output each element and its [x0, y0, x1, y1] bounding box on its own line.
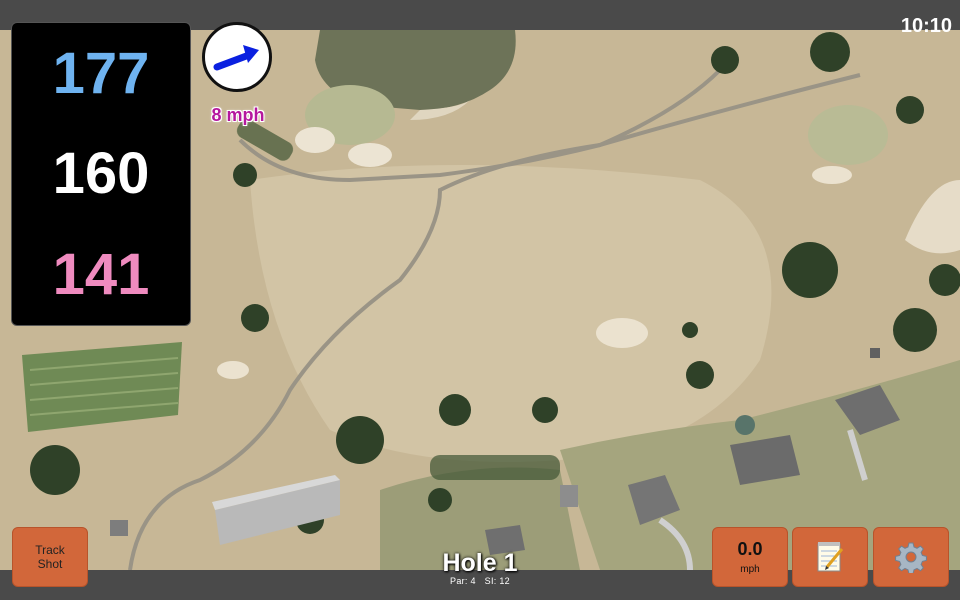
hole-stroke-index: SI: 12 [484, 576, 510, 586]
hole-details: Par: 4 SI: 12 [380, 576, 580, 586]
hole-par: Par: 4 [450, 576, 476, 586]
back-yardage: 177 [52, 40, 150, 106]
notepad-icon [817, 542, 844, 572]
hole-title: Hole 1 [442, 549, 518, 577]
yardage-panel: 177 160 141 [11, 22, 191, 326]
track-shot-label: Track Shot [35, 543, 65, 571]
arrow-right-icon [213, 45, 259, 71]
wind-speed-unit: mph [740, 564, 760, 575]
wind-compass[interactable] [202, 22, 272, 92]
wind-speed-button[interactable]: 0.0 mph [712, 527, 788, 587]
wind-speed-value: 0.0 [737, 539, 763, 559]
front-yardage: 141 [52, 242, 150, 308]
gear-icon [895, 542, 927, 573]
track-shot-button[interactable]: Track Shot [12, 527, 88, 587]
wind-speed-label: 8 mph [211, 105, 265, 125]
clock: 10:10 [900, 15, 952, 37]
middle-yardage: 160 [52, 141, 150, 207]
hole-info: Hole 1 Par: 4 SI: 12 [380, 550, 580, 586]
settings-button[interactable] [873, 527, 949, 587]
notes-button[interactable] [792, 527, 868, 587]
